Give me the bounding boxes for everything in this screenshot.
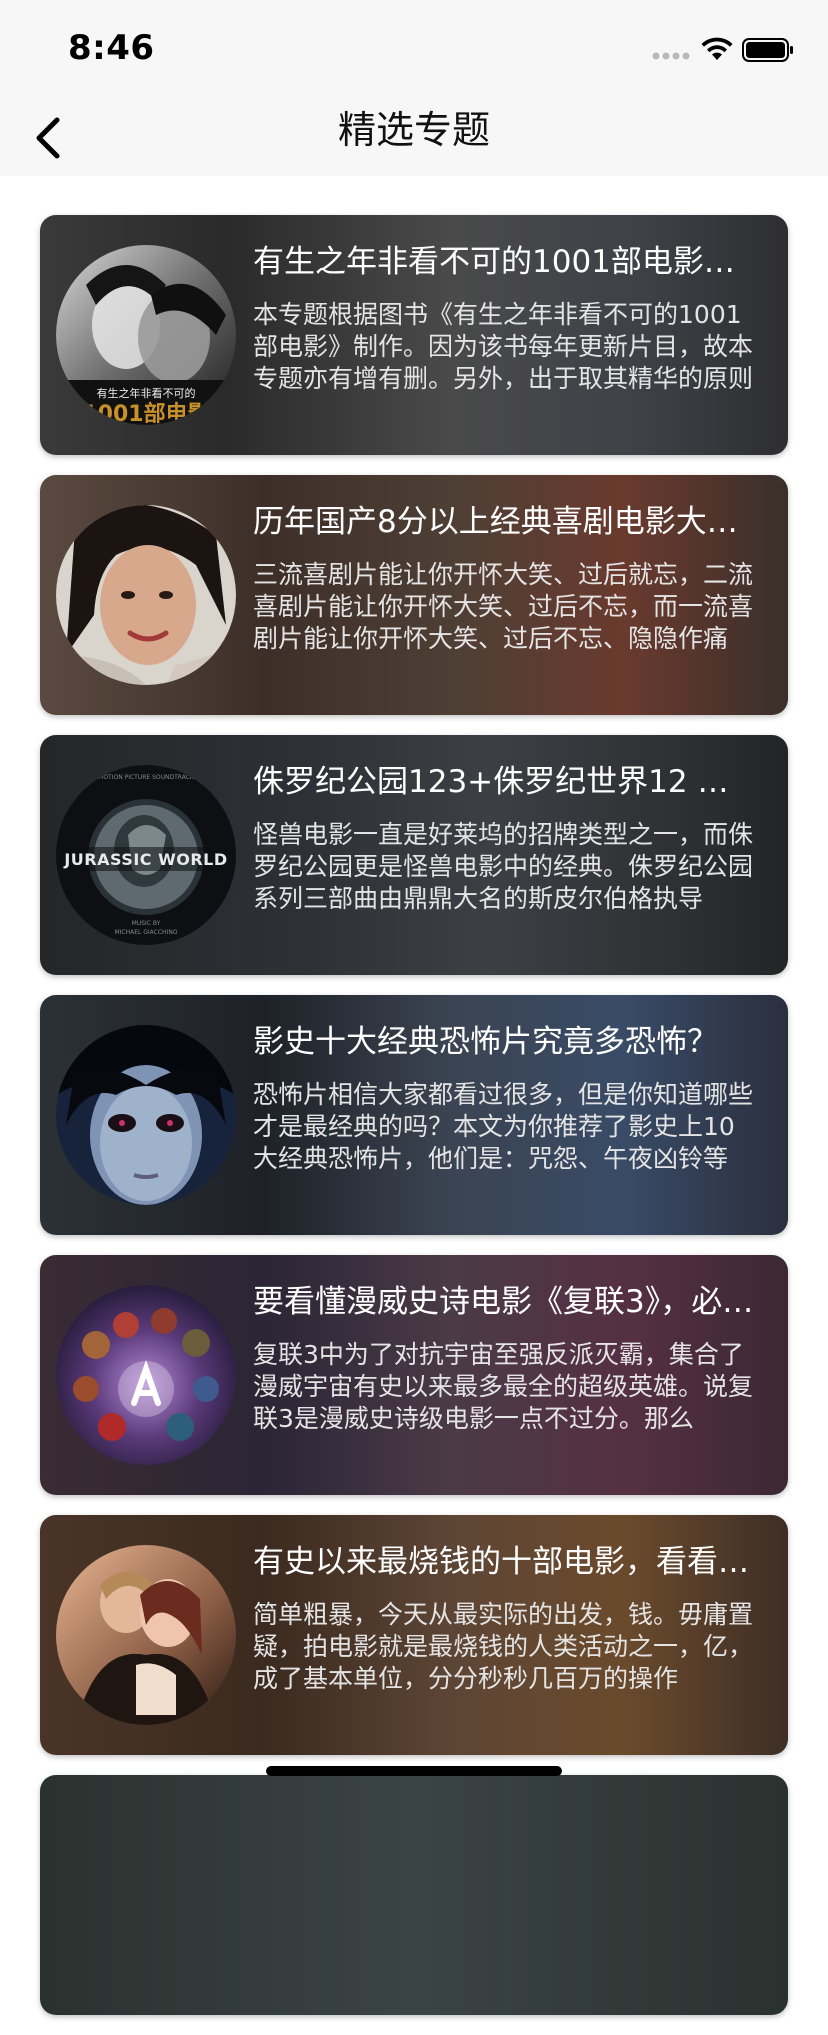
topic-description: 恐怖片相信大家都看过很多，但是你知道哪些才是最经典的吗？本文为你推荐了影史上10…: [253, 1080, 754, 1173]
topic-title: 有生之年非看不可的1001部电影（完整版）: [253, 244, 759, 280]
poster-caption-top: 有生之年非看不可的: [97, 386, 196, 400]
topic-card[interactable]: 有史以来最烧钱的十部电影，看看你看过几部 简单粗暴，今天从最实际的出发，钱。毋庸…: [40, 1515, 788, 1755]
topic-list: 有生之年非看不可的 1001部电影 有生之年非看不可的1001部电影（完整版） …: [40, 215, 788, 2035]
topic-title: 有史以来最烧钱的十部电影，看看你看过几部: [253, 1544, 759, 1580]
topic-description: 三流喜剧片能让你开怀大笑、过后就忘，二流喜剧片能让你开怀大笑、过后不忘，而一流喜…: [253, 560, 754, 653]
topic-description: 怪兽电影一直是好莱坞的招牌类型之一，而侏罗纪公园更是怪兽电影中的经典。侏罗纪公园…: [253, 820, 754, 913]
topic-card[interactable]: [40, 1775, 788, 2015]
topic-card[interactable]: 历年国产8分以上经典喜剧电影大盘点 三流喜剧片能让你开怀大笑、过后就忘，二流喜剧…: [40, 475, 788, 715]
navigation-bar: 精选专题: [0, 100, 828, 176]
topic-poster: 有生之年非看不可的 1001部电影: [56, 245, 236, 425]
topic-poster: [56, 1285, 236, 1465]
topic-description: 简单粗暴，今天从最实际的出发，钱。毋庸置疑，拍电影就是最烧钱的人类活动之一，亿，…: [253, 1600, 754, 1693]
topic-title: 要看懂漫威史诗电影《复联3》，必须先看这些: [253, 1284, 759, 1320]
page-title: 精选专题: [337, 108, 490, 152]
poster-logo-text: JURASSIC WORLD: [63, 850, 227, 869]
poster-caption-music: MUSIC BY: [132, 920, 161, 927]
topic-card[interactable]: 要看懂漫威史诗电影《复联3》，必须先看这些 复联3中为了对抗宇宙至强反派灭霸，集…: [40, 1255, 788, 1495]
battery-icon: [742, 38, 793, 62]
topic-card[interactable]: 影史十大经典恐怖片究竟多恐怖？ 恐怖片相信大家都看过很多，但是你知道哪些才是最经…: [40, 995, 788, 1235]
topic-title: 影史十大经典恐怖片究竟多恐怖？: [253, 1024, 718, 1060]
topic-poster: [56, 1025, 236, 1205]
topic-poster: [56, 505, 236, 685]
home-indicator: [266, 1766, 562, 1776]
topic-poster: JURASSIC WORLD MOTION PICTURE SOUNDTRACK…: [56, 765, 236, 945]
topic-card[interactable]: 有生之年非看不可的 1001部电影 有生之年非看不可的1001部电影（完整版） …: [40, 215, 788, 455]
cellular-signal-icon: [652, 52, 690, 60]
topic-description: 本专题根据图书《有生之年非看不可的1001部电影》制作。因为该书每年更新片目，故…: [253, 300, 754, 393]
topic-description: 复联3中为了对抗宇宙至强反派灭霸，集合了漫威宇宙有史以来最多最全的超级英雄。说复…: [253, 1340, 754, 1433]
poster-caption-bottom: 1001部电影: [82, 401, 209, 425]
status-bar: 8:46: [0, 0, 828, 100]
status-time: 8:46: [68, 28, 155, 68]
topic-card[interactable]: JURASSIC WORLD MOTION PICTURE SOUNDTRACK…: [40, 735, 788, 975]
topic-title: 侏罗纪公园123+侏罗纪世界12 世界最强恐龙系列: [253, 764, 759, 800]
topic-title: 历年国产8分以上经典喜剧电影大盘点: [253, 504, 759, 540]
topic-poster: [56, 1545, 236, 1725]
wifi-icon: [701, 37, 733, 60]
poster-caption-top: MOTION PICTURE SOUNDTRACK: [98, 774, 195, 781]
poster-caption-composer: MICHAEL GIACCHINO: [114, 929, 177, 936]
